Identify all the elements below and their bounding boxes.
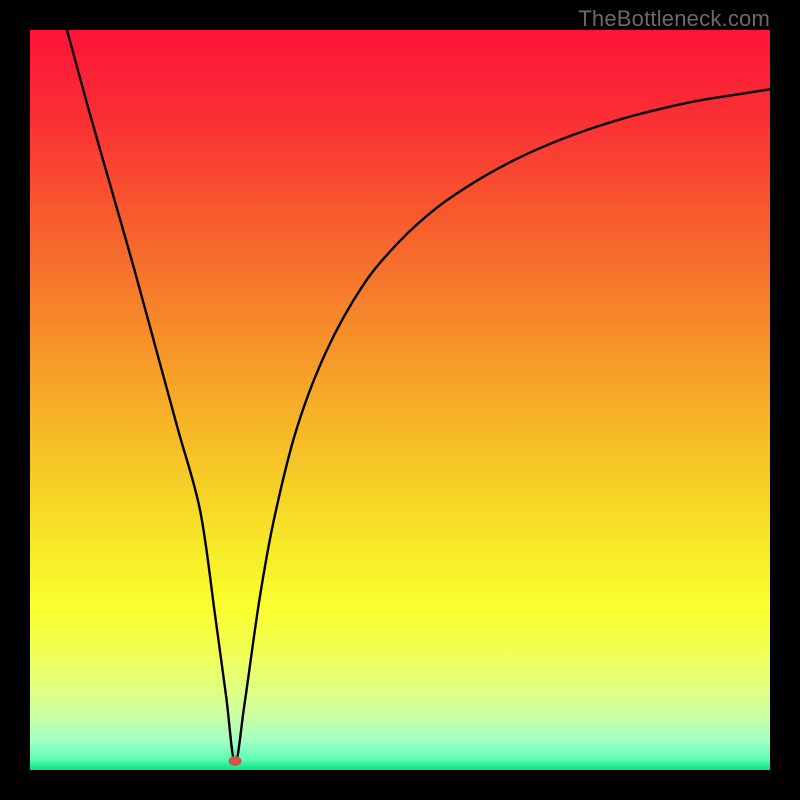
background-gradient <box>30 30 770 770</box>
chart-frame: TheBottleneck.com <box>0 0 800 800</box>
optimal-point-marker <box>228 756 241 766</box>
plot-area <box>30 30 770 770</box>
watermark-text: TheBottleneck.com <box>578 6 770 32</box>
